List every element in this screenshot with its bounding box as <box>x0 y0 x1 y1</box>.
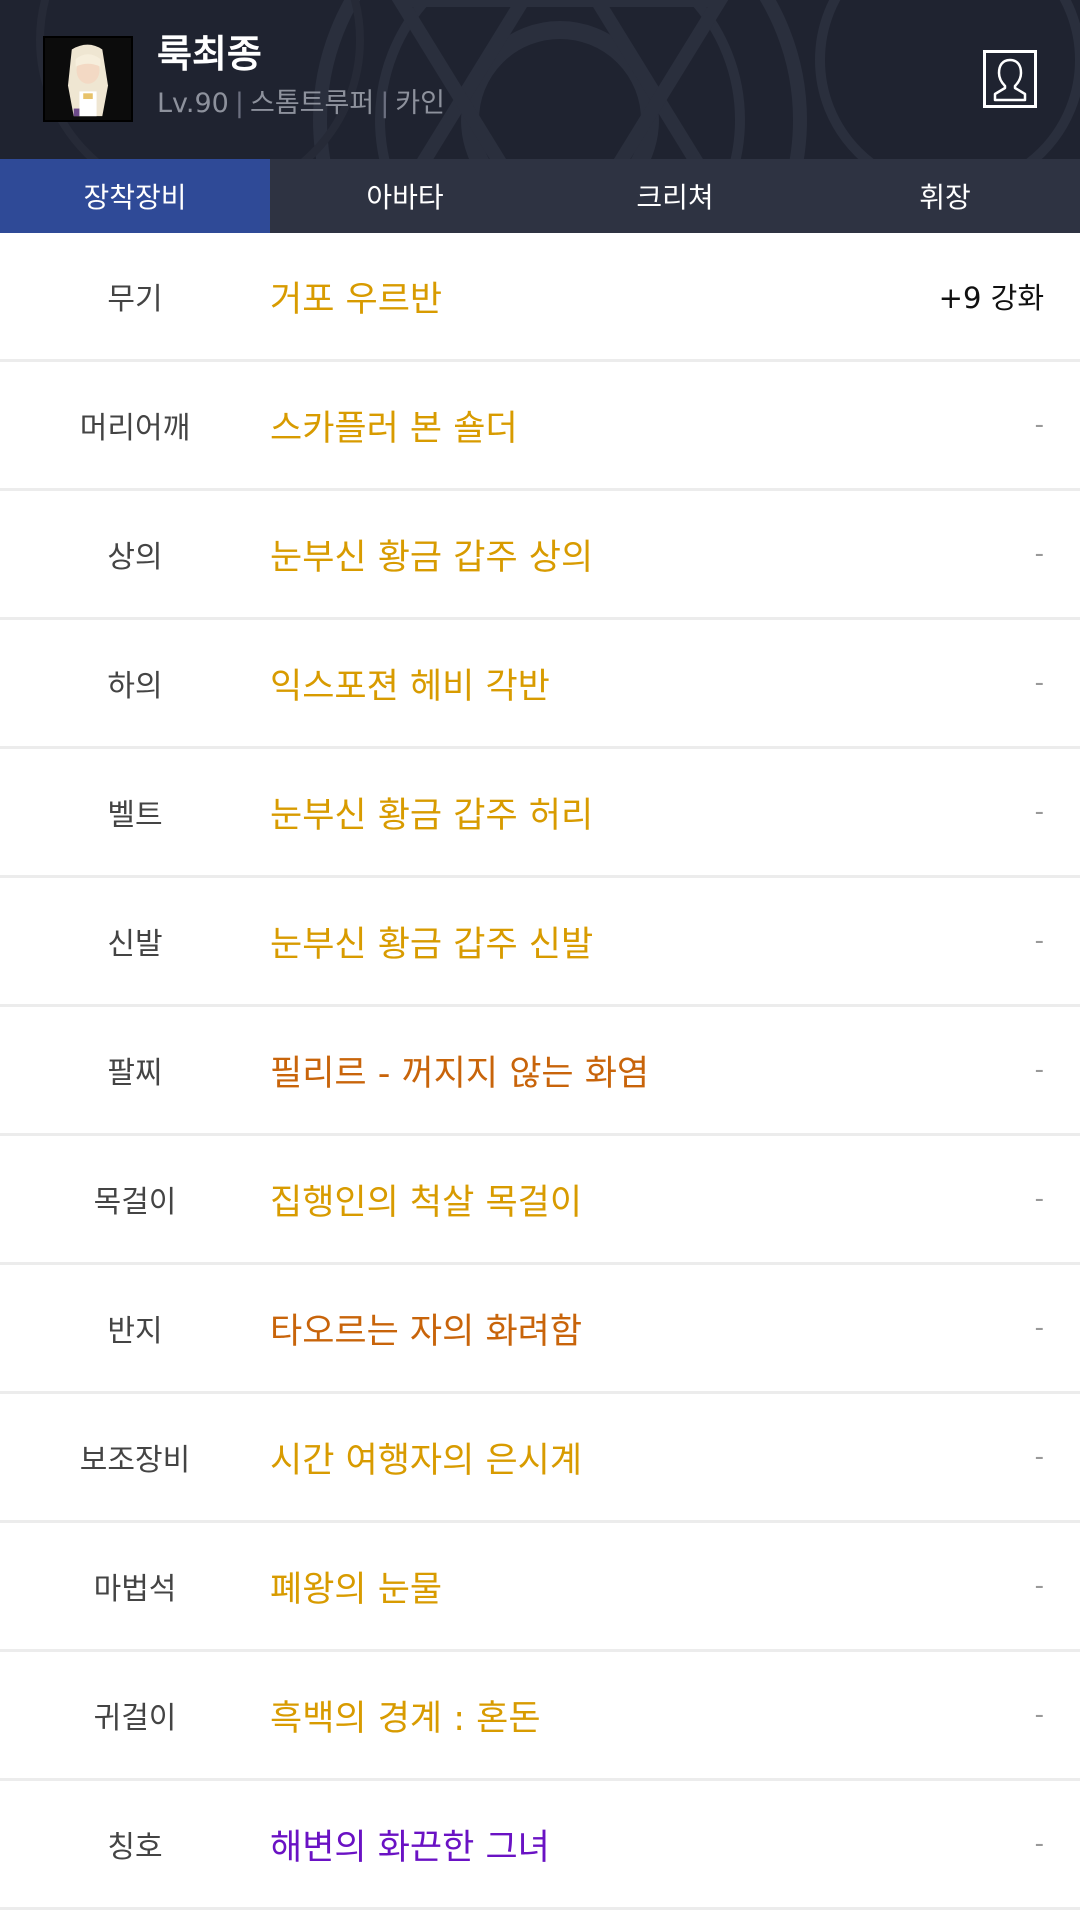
equipment-row-shoulder: 머리어깨 스카플러 본 숄더 - <box>0 362 1080 491</box>
equipment-row-necklace: 목걸이 집행인의 척살 목걸이 - <box>0 1136 1080 1265</box>
character-job: 스톰트루퍼 <box>249 88 375 119</box>
info-separator: | <box>380 88 390 119</box>
item-name[interactable]: 눈부신 황금 갑주 상의 <box>270 529 1080 580</box>
equipment-row-shoes: 신발 눈부신 황금 갑주 신발 - <box>0 878 1080 1007</box>
character-avatar <box>43 36 133 122</box>
tab-creature[interactable]: 크리쳐 <box>540 159 810 233</box>
enhance-level: - <box>1034 1700 1044 1730</box>
equipment-row-belt: 벨트 눈부신 황금 갑주 허리 - <box>0 749 1080 878</box>
item-name[interactable]: 시간 여행자의 은시계 <box>270 1432 1080 1483</box>
item-name[interactable]: 스카플러 본 숄더 <box>270 400 1080 451</box>
slot-label: 상의 <box>107 540 163 575</box>
tab-avatar[interactable]: 아바타 <box>270 159 540 233</box>
enhance-level: - <box>1034 797 1044 827</box>
equipment-row-title: 칭호 해변의 화끈한 그녀 - <box>0 1781 1080 1910</box>
character-level: Lv.90 <box>157 88 229 119</box>
slot-label: 마법석 <box>93 1572 177 1607</box>
enhance-level: - <box>1034 539 1044 569</box>
slot-label: 하의 <box>107 669 163 704</box>
slot-label: 칭호 <box>107 1830 163 1865</box>
item-name[interactable]: 타오르는 자의 화려함 <box>270 1303 1080 1354</box>
person-icon <box>993 58 1027 102</box>
equipment-row-earring: 귀걸이 흑백의 경계 : 혼돈 - <box>0 1652 1080 1781</box>
enhance-level: - <box>1034 1184 1044 1214</box>
slot-label: 무기 <box>107 282 163 317</box>
enhance-level: - <box>1034 1571 1044 1601</box>
enhance-level: - <box>1034 668 1044 698</box>
slot-label: 머리어깨 <box>79 411 191 446</box>
item-name[interactable]: 해변의 화끈한 그녀 <box>270 1819 1080 1870</box>
info-separator: | <box>234 88 244 119</box>
enhance-level: - <box>1034 1055 1044 1085</box>
item-name[interactable]: 눈부신 황금 갑주 허리 <box>270 787 1080 838</box>
item-name[interactable]: 폐왕의 눈물 <box>270 1561 1080 1612</box>
character-server: 카인 <box>395 88 445 119</box>
equipment-list: 무기 거포 우르반 +9 강화 머리어깨 스카플러 본 숄더 - 상의 눈부신 … <box>0 233 1080 1910</box>
item-name[interactable]: 흑백의 경계 : 혼돈 <box>270 1690 1080 1741</box>
slot-label: 보조장비 <box>79 1443 191 1478</box>
tab-equipped[interactable]: 장착장비 <box>0 159 270 233</box>
header-pattern-icon <box>36 0 1080 159</box>
enhance-level: - <box>1034 926 1044 956</box>
tab-emblem[interactable]: 휘장 <box>810 159 1080 233</box>
equipment-row-bottom: 하의 익스포젼 헤비 각반 - <box>0 620 1080 749</box>
enhance-level: +9 강화 <box>938 281 1044 315</box>
character-info: Lv.90 | 스톰트루퍼 | 카인 <box>157 84 445 124</box>
slot-label: 팔찌 <box>107 1056 163 1091</box>
slot-label: 귀걸이 <box>93 1701 177 1736</box>
equipment-tabs: 장착장비 아바타 크리쳐 휘장 <box>0 159 1080 233</box>
character-portrait-icon <box>45 38 131 120</box>
profile-button[interactable] <box>983 50 1037 108</box>
character-header: 룩최종 Lv.90 | 스톰트루퍼 | 카인 <box>0 0 1080 159</box>
equipment-row-bracelet: 팔찌 필리르 - 꺼지지 않는 화염 - <box>0 1007 1080 1136</box>
item-name[interactable]: 필리르 - 꺼지지 않는 화염 <box>270 1045 1080 1096</box>
item-name[interactable]: 익스포젼 헤비 각반 <box>270 658 1080 709</box>
slot-label: 반지 <box>107 1314 163 1349</box>
equipment-row-top: 상의 눈부신 황금 갑주 상의 - <box>0 491 1080 620</box>
item-name[interactable]: 집행인의 척살 목걸이 <box>270 1174 1080 1225</box>
enhance-level: - <box>1034 1829 1044 1859</box>
equipment-row-ring: 반지 타오르는 자의 화려함 - <box>0 1265 1080 1394</box>
character-name: 룩최종 <box>157 32 262 76</box>
enhance-level: - <box>1034 1442 1044 1472</box>
item-name[interactable]: 눈부신 황금 갑주 신발 <box>270 916 1080 967</box>
slot-label: 목걸이 <box>93 1185 177 1220</box>
equipment-row-magic-stone: 마법석 폐왕의 눈물 - <box>0 1523 1080 1652</box>
slot-label: 벨트 <box>107 798 163 833</box>
enhance-level: - <box>1034 1313 1044 1343</box>
equipment-row-support: 보조장비 시간 여행자의 은시계 - <box>0 1394 1080 1523</box>
enhance-level: - <box>1034 410 1044 440</box>
equipment-row-weapon: 무기 거포 우르반 +9 강화 <box>0 233 1080 362</box>
slot-label: 신발 <box>107 927 163 962</box>
